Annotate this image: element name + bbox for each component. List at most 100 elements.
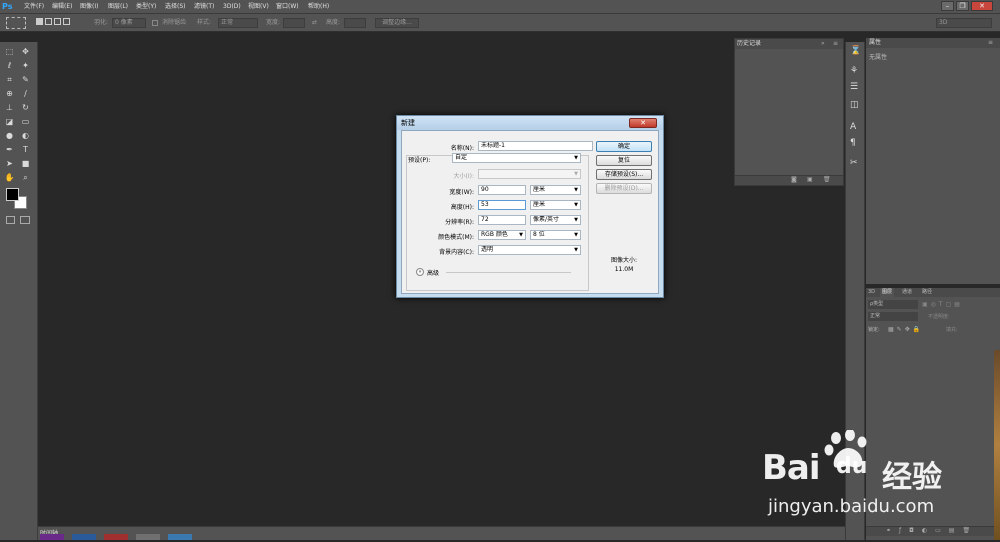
height-label: 高度(H): — [450, 204, 474, 211]
style-select[interactable]: 正常 — [218, 18, 258, 28]
dodge-tool-icon[interactable]: ◐ — [20, 130, 31, 141]
menu-type[interactable]: 类型(Y) — [136, 0, 156, 14]
quick-mask-icon[interactable] — [6, 216, 15, 224]
tool-presets-icon[interactable]: ✂ — [850, 158, 858, 168]
refine-edge-button[interactable]: 调整边缘... — [375, 18, 419, 28]
brush-tool-icon[interactable]: ∕ — [20, 88, 31, 99]
menu-select[interactable]: 选择(S) — [165, 0, 186, 14]
fill-label: 填充: — [946, 327, 958, 333]
camera-icon[interactable]: ▣ — [807, 176, 813, 183]
magic-wand-icon[interactable]: ✦ — [20, 60, 31, 71]
width-input[interactable]: 90 — [478, 185, 526, 195]
move-tool-icon[interactable]: ✥ — [20, 46, 31, 57]
minimize-icon[interactable]: – — [941, 1, 954, 11]
ok-button[interactable]: 确定 — [596, 141, 652, 152]
gradient-icon[interactable]: ▭ — [20, 116, 31, 127]
panel-menu-icon[interactable]: ≡ — [833, 39, 838, 49]
properties-panel-title[interactable]: 属性 — [869, 38, 881, 48]
antialias-checkbox[interactable] — [152, 20, 158, 26]
marquee-preset-icon[interactable] — [6, 17, 26, 29]
trash-icon[interactable]: 🗑 — [823, 176, 831, 183]
history-icon[interactable]: ⌛ — [850, 46, 861, 56]
bit-depth-select[interactable]: 8 位 ▼ — [530, 230, 581, 240]
expand-advanced-icon[interactable]: » — [416, 268, 424, 276]
menu-file[interactable]: 文件(F) — [24, 0, 44, 14]
image-size-value: 11.0M — [614, 266, 634, 273]
menu-help[interactable]: 帮助(H) — [308, 0, 329, 14]
lasso-tool-icon[interactable]: ℓ — [4, 60, 15, 71]
watermark-brand2: du — [836, 454, 868, 479]
eyedropper-icon[interactable]: ✎ — [20, 74, 31, 85]
layer-action-icons[interactable]: ⚭ƒ◘◐▭▤🗑 — [886, 527, 978, 534]
menu-edit[interactable]: 编辑(E) — [52, 0, 72, 14]
marquee-tool-icon[interactable]: ⬚ — [4, 46, 15, 57]
width-input[interactable] — [283, 18, 305, 28]
height-unit-select[interactable]: 厘米 ▼ — [530, 200, 581, 210]
blur-tool-icon[interactable]: ● — [4, 130, 15, 141]
menu-layer[interactable]: 图层(L) — [108, 0, 128, 14]
history-panel-title[interactable]: 历史记录 — [737, 39, 761, 49]
screen-mode-icon[interactable] — [20, 216, 30, 224]
height-input[interactable] — [344, 18, 366, 28]
restore-icon[interactable]: ❐ — [956, 1, 969, 11]
name-input[interactable]: 未标题-1 — [478, 141, 593, 151]
workspace-select[interactable]: 3D — [936, 18, 992, 28]
width-label: 宽度: — [266, 19, 281, 26]
tab-3d[interactable]: 3D — [868, 288, 875, 297]
actions-icon[interactable]: ⚘ — [850, 66, 858, 76]
selection-mode-icons[interactable] — [36, 18, 72, 28]
tab-layers[interactable]: 图层 — [880, 288, 895, 297]
clone-stamp-icon[interactable]: ⊥ — [4, 102, 15, 113]
filter-icons[interactable]: ▣◎T▢▤ — [922, 301, 963, 308]
styles-icon[interactable]: ◫ — [850, 100, 859, 110]
zoom-tool-icon[interactable]: ⌕ — [20, 172, 31, 183]
delete-preset-button: 删除预设(D)... — [596, 183, 652, 194]
color-mode-label: 颜色模式(M): — [438, 234, 474, 241]
tab-paths[interactable]: 路径 — [922, 288, 932, 297]
advanced-label[interactable]: 高级 — [427, 268, 439, 277]
path-selection-icon[interactable]: ➤ — [4, 158, 15, 169]
pen-tool-icon[interactable]: ✒ — [4, 144, 15, 155]
hand-tool-icon[interactable]: ✋ — [4, 172, 15, 183]
lock-icons[interactable]: ▦✎✥🔒 — [888, 326, 923, 333]
healing-brush-icon[interactable]: ⊕ — [4, 88, 15, 99]
panel-menu-icon[interactable]: ≡ — [988, 38, 993, 48]
dialog-close-icon[interactable]: ✕ — [629, 118, 657, 128]
foreground-color-icon[interactable] — [6, 188, 19, 201]
background-select[interactable]: 透明 ▼ — [478, 245, 581, 255]
paragraph-icon[interactable]: ¶ — [850, 138, 856, 148]
save-preset-button[interactable]: 存储预设(S)... — [596, 169, 652, 180]
width-label: 宽度(W): — [449, 189, 474, 196]
menu-view[interactable]: 视图(V) — [248, 0, 269, 14]
feather-input[interactable]: 0 像素 — [112, 18, 146, 28]
width-unit-select[interactable]: 厘米 ▼ — [530, 185, 581, 195]
resolution-unit-select[interactable]: 像素/英寸 ▼ — [530, 215, 581, 225]
menu-image[interactable]: 图像(I) — [80, 0, 98, 14]
shape-tool-icon[interactable]: ■ — [20, 158, 31, 169]
character-icon[interactable]: A — [850, 122, 856, 132]
color-mode-select[interactable]: RGB 颜色 ▼ — [478, 230, 526, 240]
chevron-down-icon: ▼ — [519, 232, 523, 238]
type-tool-icon[interactable]: T — [20, 144, 31, 155]
menu-filter[interactable]: 滤镜(T) — [194, 0, 214, 14]
menu-3d[interactable]: 3D(D) — [223, 0, 241, 14]
blend-mode-select[interactable]: 正常 — [868, 312, 918, 321]
close-icon[interactable]: ✕ — [971, 1, 993, 11]
reset-button[interactable]: 复位 — [596, 155, 652, 166]
layer-filter-select[interactable]: ρ类型 — [868, 300, 918, 309]
tab-channels[interactable]: 通道 — [902, 288, 912, 297]
adjustments-icon[interactable]: ☰ — [850, 82, 858, 92]
resolution-input[interactable]: 72 — [478, 215, 526, 225]
dialog-titlebar[interactable]: 新建 ✕ — [397, 116, 663, 130]
history-brush-icon[interactable]: ↻ — [20, 102, 31, 113]
eraser-icon[interactable]: ◪ — [4, 116, 15, 127]
preset-select[interactable]: 自定 ▼ — [452, 153, 581, 163]
collapse-icon[interactable]: » — [821, 39, 825, 49]
height-label: 高度: — [326, 19, 341, 26]
history-panel: 历史记录 » ≡ ◙ ▣ 🗑 — [734, 38, 844, 186]
new-snapshot-icon[interactable]: ◙ — [791, 176, 797, 183]
height-input[interactable]: 53 — [478, 200, 526, 210]
swap-icon[interactable]: ⇄ — [312, 14, 317, 32]
crop-tool-icon[interactable]: ⌗ — [4, 74, 15, 85]
menu-window[interactable]: 窗口(W) — [276, 0, 299, 14]
